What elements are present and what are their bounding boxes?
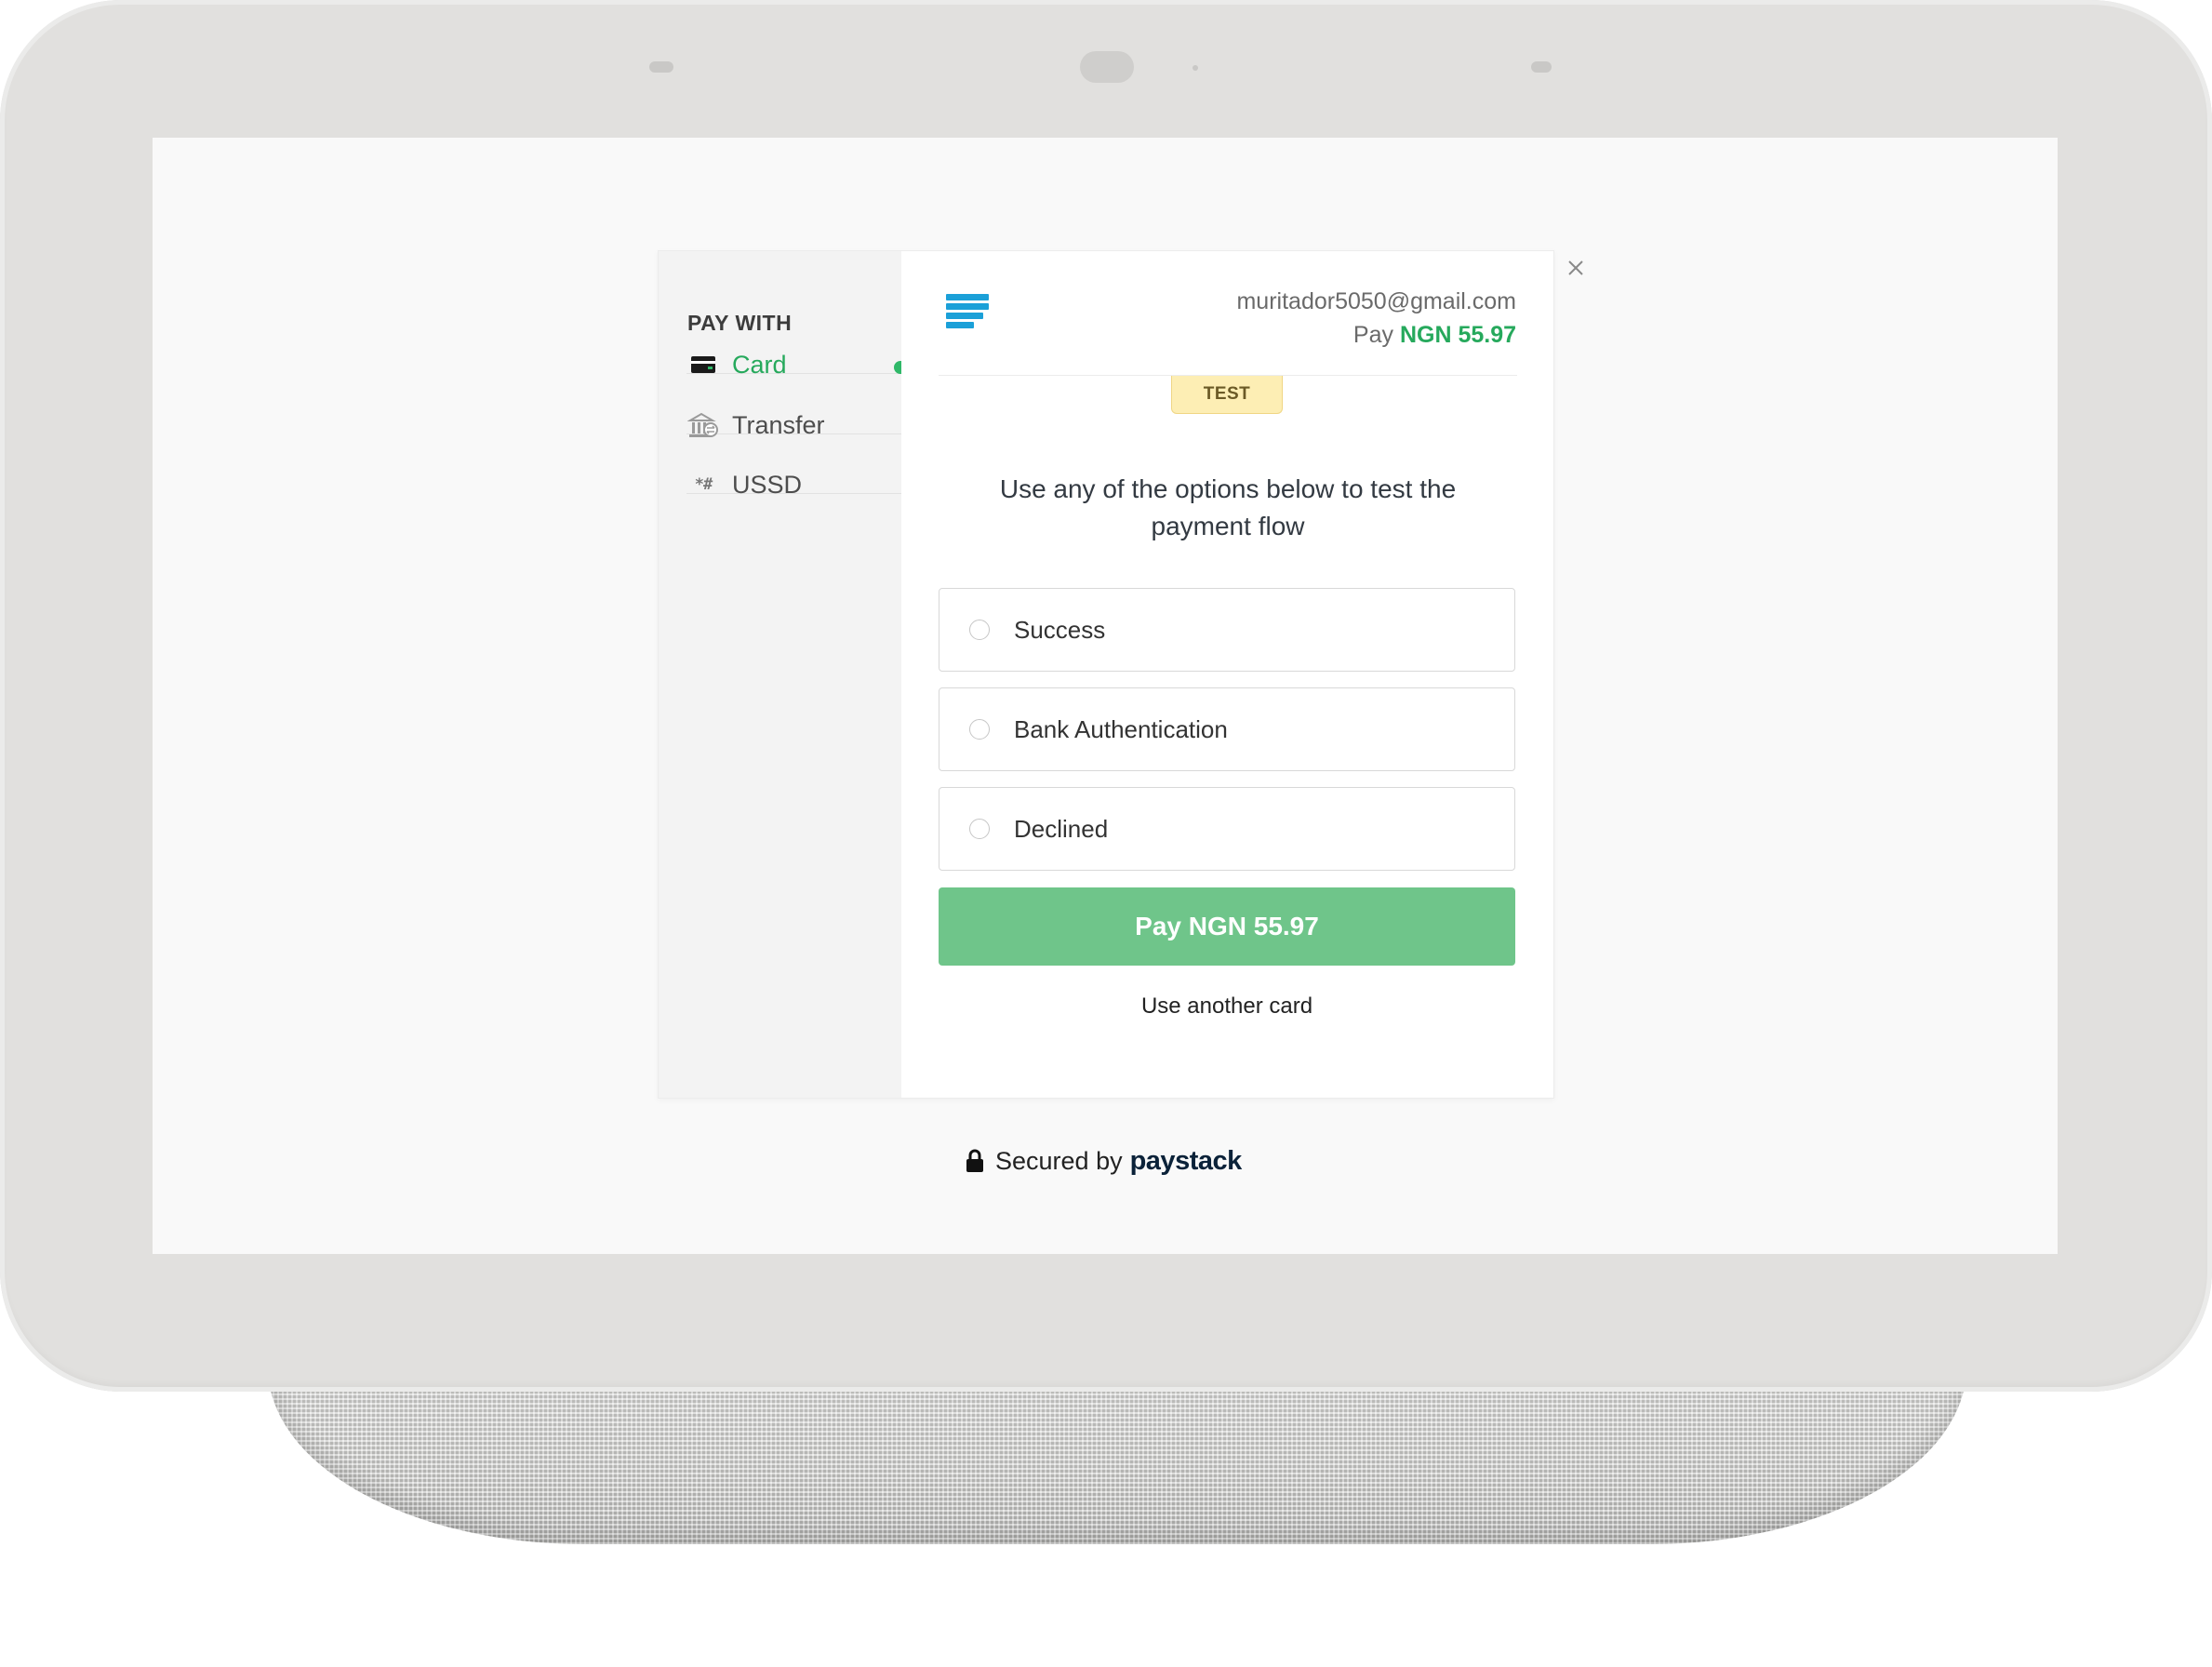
ussd-icon: *# bbox=[687, 469, 719, 500]
active-indicator bbox=[894, 361, 901, 374]
checkout-modal: PAY WITH Card Transfer *# USSD muritador… bbox=[658, 250, 1554, 1099]
customer-email: muritador5050@gmail.com bbox=[1236, 288, 1516, 314]
sidebar-item-label: USSD bbox=[732, 470, 803, 499]
close-icon[interactable] bbox=[1565, 257, 1587, 279]
option-bank-authentication[interactable]: Bank Authentication bbox=[939, 687, 1515, 771]
pay-prefix: Pay bbox=[1353, 322, 1393, 348]
radio-button[interactable] bbox=[969, 719, 990, 740]
payment-method-sidebar: PAY WITH Card Transfer *# USSD bbox=[659, 251, 901, 1098]
radio-button[interactable] bbox=[969, 620, 990, 640]
pay-button[interactable]: Pay NGN 55.97 bbox=[939, 887, 1515, 966]
sidebar-item-label: Transfer bbox=[732, 410, 825, 439]
pay-amount: NGN 55.97 bbox=[1399, 322, 1516, 348]
camera-sensor bbox=[1080, 51, 1134, 83]
test-instructions: Use any of the options below to test the… bbox=[999, 474, 1457, 540]
ambient-sensor bbox=[649, 61, 673, 73]
option-label: Declined bbox=[1014, 814, 1109, 843]
checkout-content: muritador5050@gmail.com Pay NGN 55.97 TE… bbox=[901, 251, 1553, 1098]
device-frame: PAY WITH Card Transfer *# USSD muritador… bbox=[0, 0, 2212, 1667]
pay-amount-summary: Pay NGN 55.97 bbox=[1353, 322, 1516, 349]
bank-transfer-icon bbox=[687, 409, 719, 441]
option-success[interactable]: Success bbox=[939, 588, 1515, 672]
microphone-sensor bbox=[1531, 61, 1552, 73]
radio-button[interactable] bbox=[969, 819, 990, 839]
paystack-logo: paystack bbox=[1129, 1145, 1243, 1176]
device-screen: PAY WITH Card Transfer *# USSD muritador… bbox=[153, 138, 2058, 1254]
lock-icon bbox=[966, 1149, 984, 1173]
use-another-card-link[interactable]: Use another card bbox=[939, 994, 1515, 1020]
test-mode-badge: TEST bbox=[1171, 376, 1283, 414]
sidebar-item-transfer[interactable]: Transfer bbox=[687, 397, 901, 453]
pay-with-heading: PAY WITH bbox=[687, 311, 793, 335]
sidebar-item-label: Card bbox=[732, 350, 787, 379]
secured-by-footer: Secured by paystack bbox=[966, 1142, 1242, 1180]
indicator-dot bbox=[1193, 65, 1198, 71]
device-bezel: PAY WITH Card Transfer *# USSD muritador… bbox=[0, 0, 2212, 1392]
credit-card-icon bbox=[687, 349, 719, 380]
ussd-glyph: *# bbox=[694, 475, 713, 494]
secured-by-text: Secured by bbox=[995, 1146, 1123, 1175]
merchant-logo-icon bbox=[946, 294, 989, 339]
sidebar-item-card[interactable]: Card bbox=[687, 337, 901, 393]
option-label: Bank Authentication bbox=[1014, 714, 1228, 743]
option-declined[interactable]: Declined bbox=[939, 787, 1515, 871]
sidebar-item-ussd[interactable]: *# USSD bbox=[687, 457, 901, 513]
option-label: Success bbox=[1014, 615, 1106, 644]
